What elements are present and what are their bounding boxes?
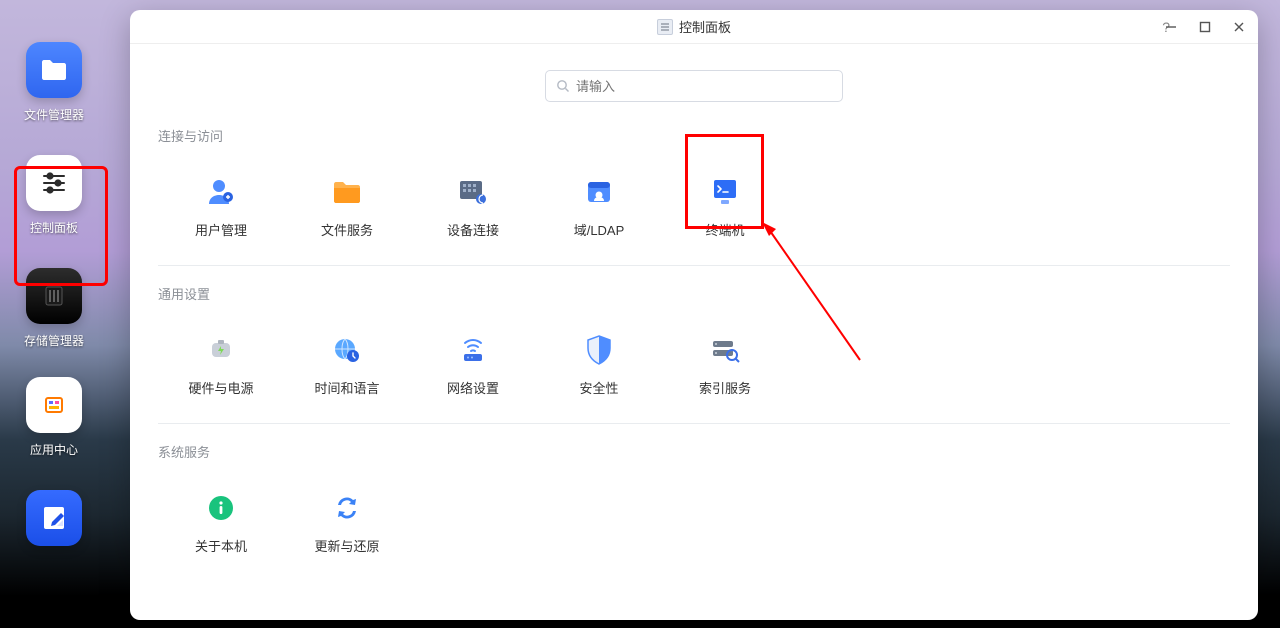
tile-label: 设备连接 [447, 220, 499, 239]
window-app-icon [657, 19, 673, 35]
search-row [130, 44, 1258, 124]
tile-user-management[interactable]: 用户管理 [158, 159, 284, 255]
shield-icon [583, 334, 615, 366]
tile-time-language[interactable]: 时间和语言 [284, 317, 410, 413]
section-divider [158, 265, 1230, 266]
tile-hardware-power[interactable]: 硬件与电源 [158, 317, 284, 413]
tile-label: 终端机 [705, 220, 744, 239]
maximize-button[interactable] [1194, 16, 1216, 38]
folder-icon [26, 42, 82, 98]
tile-label: 更新与还原 [314, 536, 379, 555]
section-title-connect: 连接与访问 [158, 126, 1230, 145]
desktop-dock: 文件管理器 控制面板 存储管理器 [0, 0, 108, 628]
app-store-icon [26, 377, 82, 433]
info-icon [205, 492, 237, 524]
wifi-router-icon [457, 334, 489, 366]
tile-label: 时间和语言 [314, 378, 379, 397]
grid-general: 硬件与电源 时间和语言 网络设置 安全性 [158, 317, 1230, 413]
notes-icon [26, 490, 82, 546]
search-icon [556, 79, 570, 93]
server-search-icon [709, 334, 741, 366]
refresh-icon [331, 492, 363, 524]
dock-item-file-manager[interactable]: 文件管理器 [14, 42, 94, 123]
storage-icon [26, 268, 82, 324]
grid-connect: 用户管理 文件服务 设备连接 域/LDAP [158, 159, 1230, 255]
tile-label: 安全性 [579, 378, 618, 397]
tile-label: 文件服务 [321, 220, 373, 239]
tile-security[interactable]: 安全性 [536, 317, 662, 413]
dock-item-app-center[interactable]: 应用中心 [14, 377, 94, 458]
section-title-system: 系统服务 [158, 442, 1230, 461]
tile-label: 索引服务 [699, 378, 751, 397]
device-icon [457, 176, 489, 208]
content-area: 连接与访问 用户管理 文件服务 设备连接 [130, 124, 1258, 581]
section-title-general: 通用设置 [158, 284, 1230, 303]
tile-label: 关于本机 [195, 536, 247, 555]
tile-label: 用户管理 [195, 220, 247, 239]
control-panel-window: 控制面板 ? 连接与访问 用户管理 [130, 10, 1258, 620]
tile-file-services[interactable]: 文件服务 [284, 159, 410, 255]
globe-time-icon [331, 334, 363, 366]
window-title: 控制面板 [679, 17, 731, 36]
tile-network-settings[interactable]: 网络设置 [410, 317, 536, 413]
dock-label: 控制面板 [30, 219, 78, 236]
tile-label: 网络设置 [447, 378, 499, 397]
folder-service-icon [331, 176, 363, 208]
dock-item-control-panel[interactable]: 控制面板 [14, 151, 94, 240]
tile-index-service[interactable]: 索引服务 [662, 317, 788, 413]
close-button[interactable] [1228, 16, 1250, 38]
tile-terminal[interactable]: 终端机 [662, 159, 788, 255]
terminal-icon [709, 176, 741, 208]
ldap-icon [583, 176, 615, 208]
sliders-icon [26, 155, 82, 211]
dock-label: 应用中心 [30, 441, 78, 458]
dock-label: 存储管理器 [24, 332, 84, 349]
minimize-button[interactable] [1160, 16, 1182, 38]
titlebar: 控制面板 ? [130, 10, 1258, 44]
grid-system: 关于本机 更新与还原 [158, 475, 1230, 571]
tile-label: 域/LDAP [574, 220, 625, 239]
search-input[interactable] [576, 79, 832, 94]
dock-label: 文件管理器 [24, 106, 84, 123]
tile-about[interactable]: 关于本机 [158, 475, 284, 571]
tile-domain-ldap[interactable]: 域/LDAP [536, 159, 662, 255]
dock-item-notes[interactable] [14, 490, 94, 546]
dock-item-storage-manager[interactable]: 存储管理器 [14, 268, 94, 349]
search-box[interactable] [545, 70, 843, 102]
battery-icon [205, 334, 237, 366]
section-divider [158, 423, 1230, 424]
user-icon [205, 176, 237, 208]
tile-device-connect[interactable]: 设备连接 [410, 159, 536, 255]
tile-label: 硬件与电源 [188, 378, 253, 397]
tile-update-restore[interactable]: 更新与还原 [284, 475, 410, 571]
